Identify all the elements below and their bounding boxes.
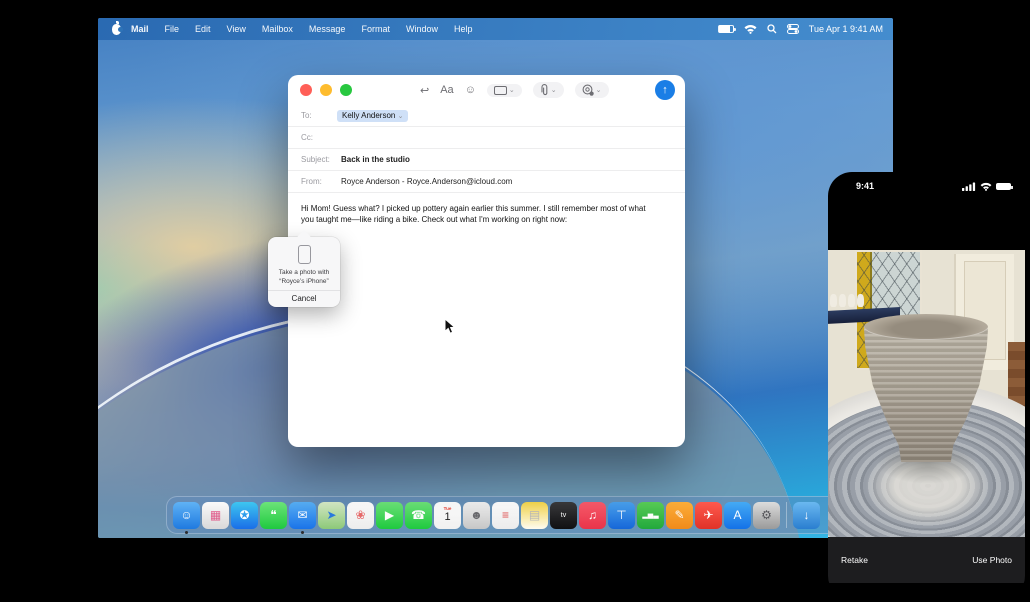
menu-mail[interactable]: Mail — [131, 24, 149, 34]
menu-bar-clock[interactable]: Tue Apr 1 9:41 AM — [809, 24, 883, 34]
dock-music-icon[interactable]: ♫ — [579, 502, 606, 529]
iphone-icon — [298, 245, 311, 264]
cc-label: Cc: — [301, 133, 337, 142]
subject-field-row[interactable]: Subject: Back in the studio — [288, 149, 685, 171]
dock-finder-icon[interactable]: ☺ — [173, 502, 200, 529]
photo-vessel-rim — [864, 314, 988, 340]
search-icon[interactable] — [767, 24, 777, 34]
emoji-icon[interactable]: ☺ — [465, 84, 476, 96]
zoom-button[interactable] — [340, 84, 352, 96]
send-arrow-icon: ↑ — [662, 84, 668, 96]
wifi-icon[interactable] — [744, 24, 757, 34]
dock-mail-icon[interactable]: ✉ — [289, 502, 316, 529]
running-indicator — [185, 531, 188, 534]
menu-file[interactable]: File — [165, 24, 180, 34]
dock-numbers-icon[interactable]: ▂▅▃ — [637, 502, 664, 529]
cancel-button[interactable]: Cancel — [292, 291, 317, 307]
media-browser-icon — [494, 86, 507, 95]
captured-photo — [828, 250, 1025, 537]
recipient-chevron-icon: ⌄ — [398, 113, 404, 120]
dock-launchpad-icon[interactable]: ▦ — [202, 502, 229, 529]
dock-system-settings-icon[interactable]: ⚙ — [753, 502, 780, 529]
battery-icon — [996, 183, 1011, 190]
dock-calendar-icon[interactable]: Tue1 — [434, 502, 461, 529]
dock-notes-icon[interactable]: ▤ — [521, 502, 548, 529]
menu-window[interactable]: Window — [406, 24, 438, 34]
dock-tv-icon[interactable]: tv — [550, 502, 577, 529]
close-button[interactable] — [300, 84, 312, 96]
menu-format[interactable]: Format — [361, 24, 390, 34]
subject-value: Back in the studio — [341, 155, 410, 164]
traffic-lights — [300, 84, 352, 96]
screenshot-canvas: Mail File Edit View Mailbox Message Format Wind… — [0, 0, 1030, 602]
format-button[interactable]: Aa — [440, 84, 453, 96]
window-titlebar[interactable]: ↩ Aa ☺ ⌄ ⌄ ⌄ — [288, 75, 685, 105]
cellular-icon — [962, 182, 976, 191]
dock-photos-icon[interactable]: ❀ — [347, 502, 374, 529]
dock-facetime-icon[interactable]: ▶ — [376, 502, 403, 529]
cc-field-row[interactable]: Cc: — [288, 127, 685, 149]
media-browser-button[interactable]: ⌄ — [487, 84, 522, 97]
dock-app-store-icon[interactable]: A — [724, 502, 751, 529]
menu-bar-status: Tue Apr 1 9:41 AM — [718, 24, 883, 34]
take-photo-popover: Take a photo with “Royce’s iPhone” Cance… — [268, 237, 340, 307]
dock-reminders-icon[interactable]: ≡ — [492, 502, 519, 529]
dock-phone-icon[interactable]: ☎ — [405, 502, 432, 529]
chevron-down-icon: ⌄ — [509, 86, 515, 94]
dock-divider — [786, 502, 787, 528]
dock-rocket-icon[interactable]: ✈ — [695, 502, 722, 529]
mac-desktop: Mail File Edit View Mailbox Message Format Wind… — [98, 18, 893, 538]
use-photo-button[interactable]: Use Photo — [972, 555, 1012, 565]
dock-pages-icon[interactable]: ✎ — [666, 502, 693, 529]
message-body[interactable]: Hi Mom! Guess what? I picked up pottery … — [288, 193, 673, 225]
paperclip-icon — [540, 84, 549, 96]
insert-photo-button[interactable]: ⌄ — [575, 82, 609, 98]
menu-help[interactable]: Help — [454, 24, 473, 34]
menu-edit[interactable]: Edit — [195, 24, 211, 34]
to-label: To: — [301, 111, 337, 120]
photo-shelf-pottery — [830, 294, 864, 307]
camera-controls-bar: Retake Use Photo — [828, 537, 1025, 583]
menu-mailbox[interactable]: Mailbox — [262, 24, 293, 34]
iphone-status-bar: 9:41 — [828, 180, 1025, 196]
iphone-clock: 9:41 — [856, 181, 874, 191]
wifi-icon — [980, 182, 992, 191]
control-center-icon[interactable] — [787, 24, 799, 34]
menu-items: Mail File Edit View Mailbox Message Format Wind… — [121, 24, 481, 34]
battery-icon[interactable] — [718, 25, 734, 33]
menu-view[interactable]: View — [227, 24, 246, 34]
attach-button[interactable]: ⌄ — [533, 82, 564, 98]
chevron-down-icon: ⌄ — [596, 86, 602, 94]
dock-messages-icon[interactable]: ❝ — [260, 502, 287, 529]
subject-label: Subject: — [301, 155, 341, 164]
retake-button[interactable]: Retake — [841, 555, 868, 565]
apple-menu-icon[interactable] — [112, 24, 121, 35]
dock-maps-icon[interactable]: ➤ — [318, 502, 345, 529]
menu-message[interactable]: Message — [309, 24, 346, 34]
dock-safari-icon[interactable]: ✪ — [231, 502, 258, 529]
dock: ☺▦✪❝✉➤❀▶☎Tue1☻≡▤tv♫⊤▂▅▃✎✈A⚙ ↓ — [166, 496, 856, 534]
send-button[interactable]: ↑ — [655, 80, 675, 100]
compose-toolbar: ↩ Aa ☺ ⌄ ⌄ ⌄ — [420, 75, 609, 105]
chevron-down-icon: ⌄ — [551, 86, 557, 94]
mouse-pointer — [444, 318, 456, 335]
dock-downloads-icon[interactable]: ↓ — [793, 502, 820, 529]
iphone-camera-preview: 9:41 Retake Use Photo — [828, 172, 1025, 598]
from-field-row[interactable]: From: Royce Anderson - Royce.Anderson@ic… — [288, 171, 685, 193]
undo-icon[interactable]: ↩ — [420, 84, 429, 97]
recipient-token[interactable]: Kelly Anderson ⌄ — [337, 110, 408, 122]
from-value: Royce Anderson - Royce.Anderson@icloud.c… — [341, 177, 512, 186]
from-label: From: — [301, 177, 341, 186]
running-indicator — [301, 531, 304, 534]
minimize-button[interactable] — [320, 84, 332, 96]
dock-contacts-icon[interactable]: ☻ — [463, 502, 490, 529]
mail-compose-window: ↩ Aa ☺ ⌄ ⌄ ⌄ — [288, 75, 685, 447]
menu-bar: Mail File Edit View Mailbox Message Format Wind… — [98, 18, 893, 40]
to-field-row[interactable]: To: Kelly Anderson ⌄ — [288, 105, 685, 127]
camera-menu-icon — [582, 84, 594, 96]
popover-text: Take a photo with “Royce’s iPhone” — [279, 268, 330, 286]
dock-keynote-icon[interactable]: ⊤ — [608, 502, 635, 529]
